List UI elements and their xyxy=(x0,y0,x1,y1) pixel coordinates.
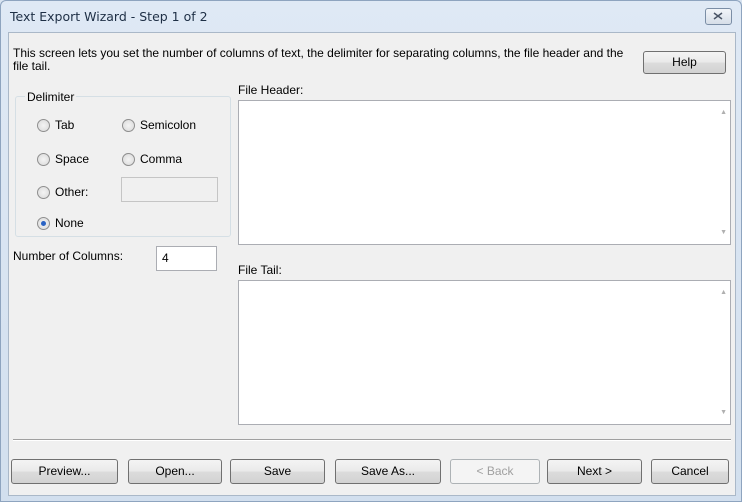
dialog-body: This screen lets you set the number of c… xyxy=(8,32,736,496)
radio-circle xyxy=(37,118,50,132)
close-button[interactable] xyxy=(705,8,732,25)
radio-circle xyxy=(37,152,50,166)
delimiter-group-label: Delimiter xyxy=(25,90,77,104)
radio-other-label: Other: xyxy=(55,185,89,199)
save-button[interactable]: Save xyxy=(230,459,325,484)
file-header-label: File Header: xyxy=(238,83,304,97)
other-delimiter-input[interactable] xyxy=(121,177,218,202)
open-button[interactable]: Open... xyxy=(128,459,222,484)
save-as-button[interactable]: Save As... xyxy=(335,459,441,484)
help-button[interactable]: Help xyxy=(643,51,726,74)
title-bar[interactable]: Text Export Wizard - Step 1 of 2 xyxy=(1,1,741,32)
scroll-up-icon[interactable]: ▲ xyxy=(720,289,727,296)
file-tail-textarea[interactable]: ▲ ▼ xyxy=(238,280,731,425)
radio-other[interactable]: Other: xyxy=(37,185,88,199)
radio-tab-label: Tab xyxy=(55,118,75,132)
dialog-window: Text Export Wizard - Step 1 of 2 This sc… xyxy=(0,0,742,502)
file-header-textarea[interactable]: ▲ ▼ xyxy=(238,100,731,245)
cancel-button[interactable]: Cancel xyxy=(651,459,729,484)
next-button[interactable]: Next > xyxy=(547,459,642,484)
scroll-down-icon[interactable]: ▼ xyxy=(720,229,727,236)
columns-input[interactable]: 4 xyxy=(156,246,217,271)
scroll-down-icon[interactable]: ▼ xyxy=(720,409,727,416)
separator xyxy=(13,439,731,441)
scroll-up-icon[interactable]: ▲ xyxy=(720,109,727,116)
radio-space-label: Space xyxy=(55,152,90,166)
description-text: This screen lets you set the number of c… xyxy=(13,46,624,73)
radio-tab[interactable]: Tab xyxy=(37,118,74,132)
radio-circle xyxy=(122,118,135,132)
file-tail-label: File Tail: xyxy=(238,263,282,277)
radio-comma-label: Comma xyxy=(140,152,183,166)
close-icon xyxy=(713,12,723,20)
radio-space[interactable]: Space xyxy=(37,152,89,166)
radio-semicolon[interactable]: Semicolon xyxy=(122,118,196,132)
radio-comma[interactable]: Comma xyxy=(122,152,182,166)
radio-circle xyxy=(37,185,50,199)
radio-semicolon-label: Semicolon xyxy=(140,118,197,132)
radio-circle xyxy=(122,152,135,166)
delimiter-group: Delimiter Tab Semicolon Space Comma Othe… xyxy=(15,90,231,237)
radio-none[interactable]: None xyxy=(37,216,84,230)
window-title: Text Export Wizard - Step 1 of 2 xyxy=(10,9,208,24)
radio-none-label: None xyxy=(55,216,84,230)
preview-button[interactable]: Preview... xyxy=(11,459,118,484)
back-button[interactable]: < Back xyxy=(450,459,540,484)
radio-circle-selected xyxy=(37,216,50,230)
columns-label: Number of Columns: xyxy=(13,249,124,263)
